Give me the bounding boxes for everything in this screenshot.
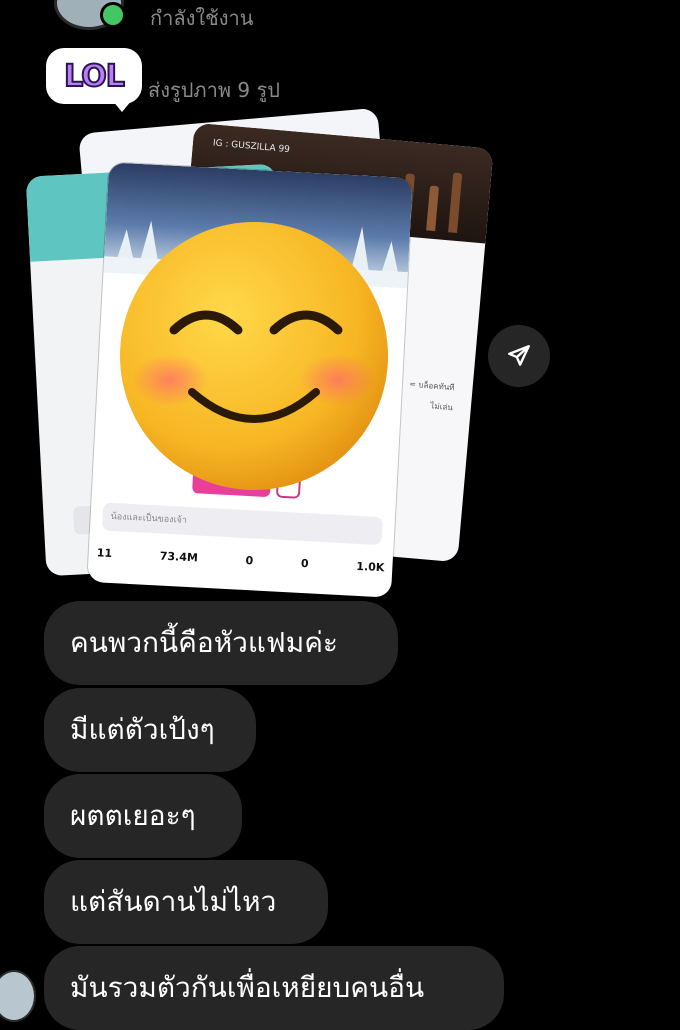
message-bubble[interactable]: มีแต่ตัวเป้งๆ — [44, 688, 256, 772]
lol-sticker-text: LOL — [63, 58, 126, 95]
share-button[interactable] — [488, 325, 550, 387]
stat-value: 0 — [245, 554, 254, 568]
message-bubble[interactable]: คนพวกนี้คือหัวแฟมค่ะ — [44, 601, 398, 685]
card-side-text-1: = บล็อคทันที — [408, 379, 455, 393]
share-icon — [508, 345, 530, 366]
online-status-dot — [100, 2, 126, 28]
stat-value: 0 — [300, 556, 309, 571]
active-status-text: กำลังใช้งาน — [150, 6, 254, 30]
stat-value: 1.0K — [356, 559, 385, 575]
smiling-face-emoji-icon — [120, 222, 388, 490]
stat-value: 73.4M — [159, 549, 199, 565]
message-bubble[interactable]: แต่สันดานไม่ไหว — [44, 860, 328, 944]
sender-avatar[interactable] — [0, 970, 36, 1022]
card-side-text-2: ไม่เล่น — [430, 401, 454, 413]
message-bubble[interactable]: มันรวมตัวกันเพื่อเหยียบคนอื่น — [44, 946, 504, 1030]
card-input-field: น้องและเป็นของเจ้า — [101, 502, 384, 546]
photos-sent-label: ส่งรูปภาพ 9 รูป — [148, 78, 280, 102]
stat-value: 11 — [96, 546, 113, 561]
message-bubble[interactable]: ผตตเยอะๆ — [44, 774, 242, 858]
lol-sticker[interactable]: LOL — [46, 48, 142, 112]
card-stats-row: 11 73.4M 0 0 1.0K — [96, 546, 384, 574]
